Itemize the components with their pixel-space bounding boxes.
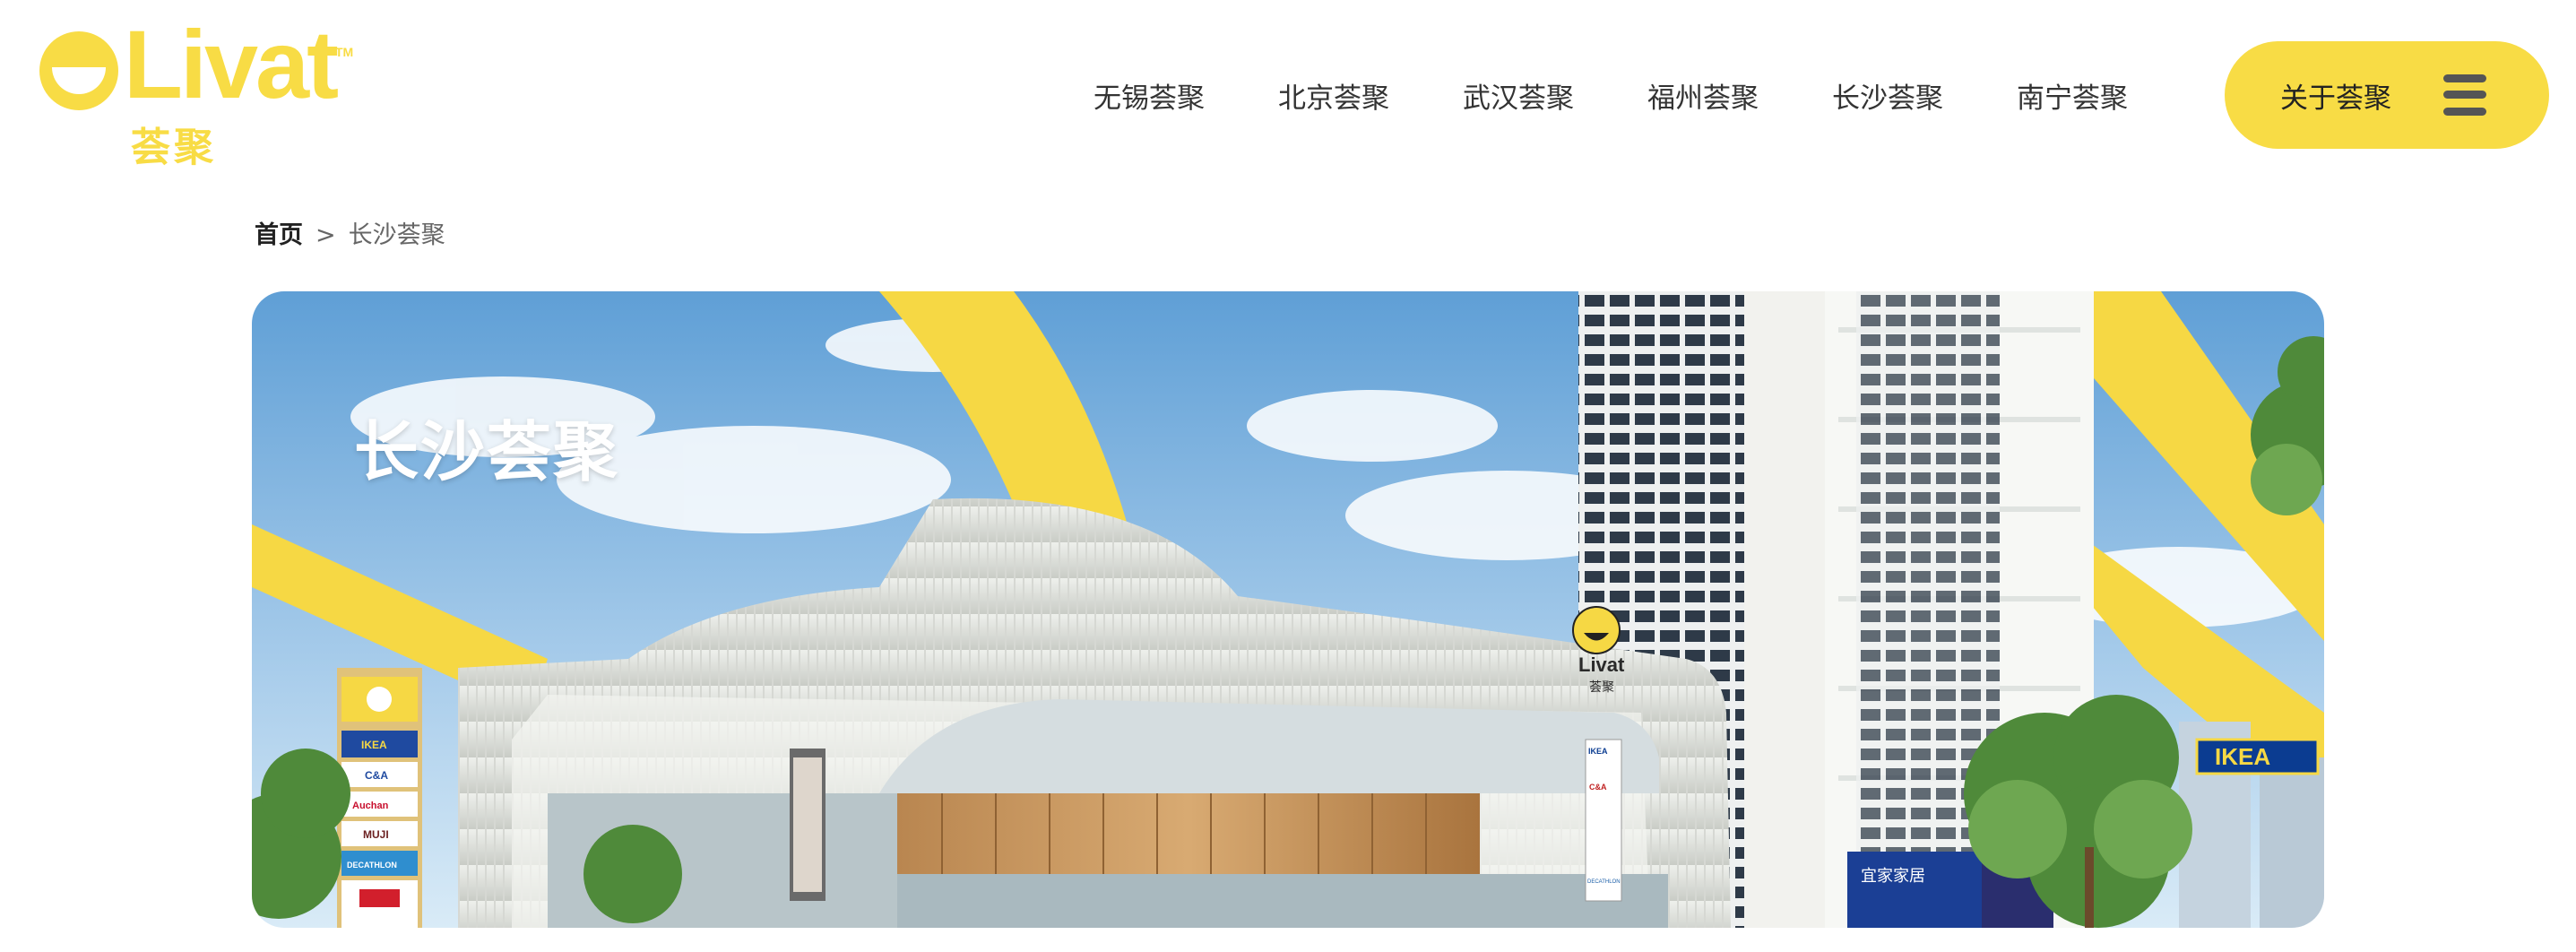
breadcrumb-home-link[interactable]: 首页 <box>255 221 303 249</box>
mall-roof-logo-icon <box>1572 606 1621 654</box>
pylon-brand-5: DECATHLON <box>347 861 397 870</box>
ikea-cn-sign: 宜家家居 <box>1861 867 1925 886</box>
pylon-brand-3: Auchan <box>352 801 389 811</box>
mall-sign-word: Livat <box>1578 653 1625 676</box>
pylon-brand-2: C&A <box>365 769 388 782</box>
site-header: Livat TM 荟聚 无锡荟聚 北京荟聚 武汉荟聚 福州荟聚 长沙荟聚 南宁荟… <box>0 0 2576 179</box>
about-label: 关于荟聚 <box>2280 82 2391 115</box>
mall-sign-cn: 荟聚 <box>1589 679 1614 695</box>
livat-smile-icon <box>39 31 118 110</box>
breadcrumb: 首页 > 长沙荟聚 <box>255 215 445 250</box>
nav-item-fuzhou[interactable]: 福州荟聚 <box>1647 75 1759 116</box>
livat-logo[interactable]: Livat TM 荟聚 <box>36 16 376 170</box>
mall-illustration: Livat 荟聚 IKEA C&A DECATHLON IKEA C&A Auc… <box>252 291 2324 928</box>
facade-brand-1: IKEA <box>1588 747 1608 756</box>
nav-item-wuxi[interactable]: 无锡荟聚 <box>1094 75 1205 116</box>
logo-chinese-name: 荟聚 <box>131 125 217 170</box>
trademark-mark: TM <box>335 45 354 59</box>
logo-wordmark: Livat <box>124 10 339 118</box>
pylon-brand-4: MUJI <box>363 828 389 841</box>
nav-item-wuhan[interactable]: 武汉荟聚 <box>1463 75 1574 116</box>
breadcrumb-separator: > <box>316 221 336 249</box>
about-livat-button[interactable]: 关于荟聚 <box>2225 41 2549 149</box>
ikea-sign-label: IKEA <box>2215 743 2270 770</box>
hero-banner: Livat 荟聚 IKEA C&A DECATHLON IKEA C&A Auc… <box>252 291 2324 928</box>
nav-item-changsha[interactable]: 长沙荟聚 <box>1832 75 1943 116</box>
nav-item-beijing[interactable]: 北京荟聚 <box>1278 75 1389 116</box>
hero-title: 长沙荟聚 <box>354 414 620 489</box>
nav-item-nanning[interactable]: 南宁荟聚 <box>2017 75 2128 116</box>
facade-brand-2: C&A <box>1589 783 1607 792</box>
breadcrumb-current: 长沙荟聚 <box>348 221 445 249</box>
pylon-brand-1: IKEA <box>361 739 387 751</box>
facade-brand-3: DECATHLON <box>1587 879 1621 885</box>
ikea-store <box>1847 852 1982 928</box>
hamburger-menu-icon[interactable] <box>2443 74 2486 116</box>
